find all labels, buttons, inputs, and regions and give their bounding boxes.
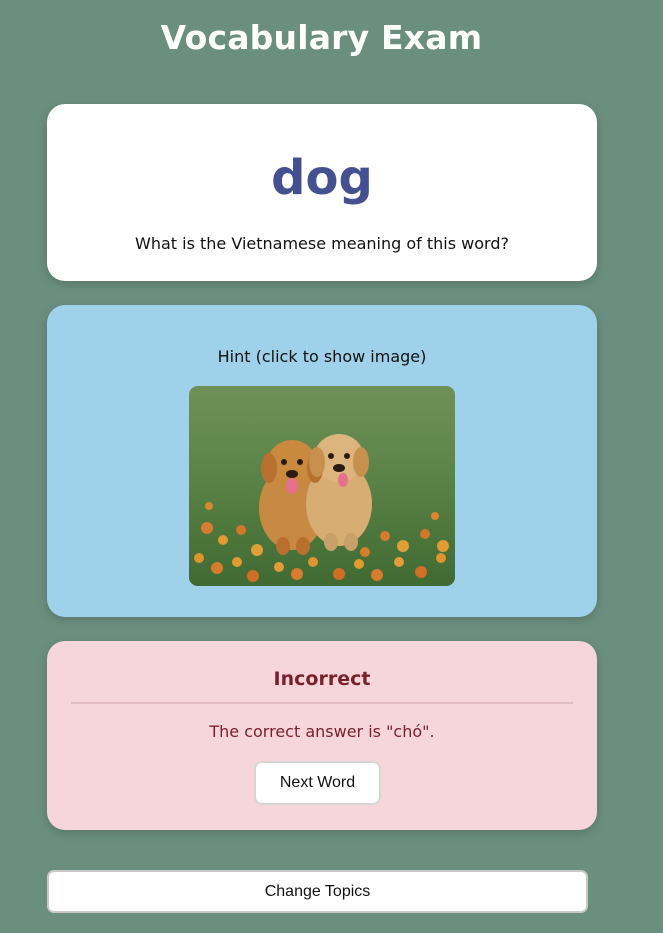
result-divider [71, 702, 573, 704]
vocabulary-word: dog [271, 150, 373, 206]
hint-label[interactable]: Hint (click to show image) [47, 347, 597, 367]
next-word-button[interactable]: Next Word [254, 761, 381, 805]
page-title: Vocabulary Exam [160, 18, 483, 57]
result-title: Incorrect [273, 668, 371, 690]
question-text: What is the Vietnamese meaning of this w… [135, 234, 509, 253]
hint-image[interactable] [189, 386, 455, 586]
change-topics-button[interactable]: Change Topics [47, 870, 588, 913]
result-message: The correct answer is "chó". [209, 722, 435, 741]
puppies-image [189, 386, 455, 586]
